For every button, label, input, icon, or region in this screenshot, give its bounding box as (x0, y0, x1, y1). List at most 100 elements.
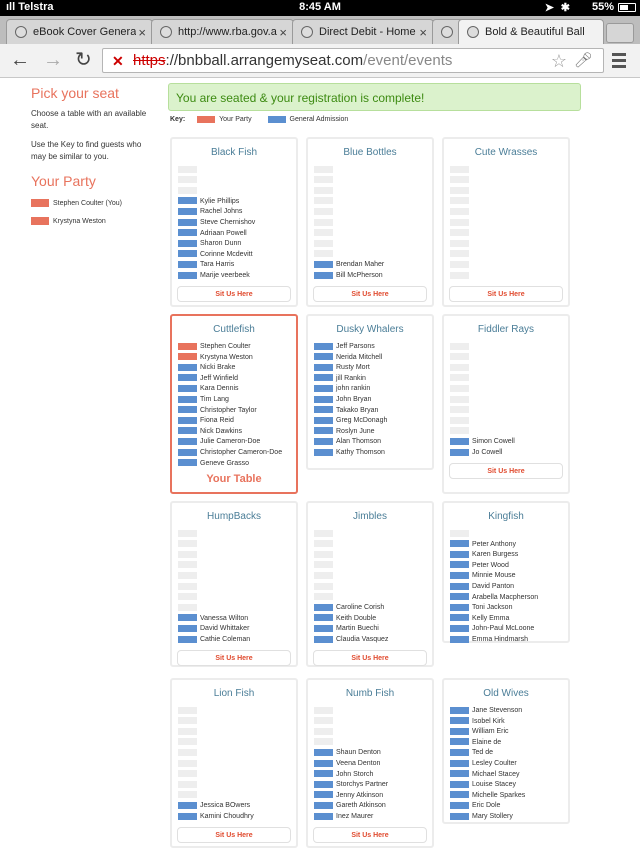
guest-name: Jenny Atkinson (336, 791, 384, 799)
guest-name: Cathie Coleman (200, 635, 251, 643)
seat-row: Greg McDonagh (314, 416, 432, 427)
address-bar[interactable]: ✕ https://bnbball.arrangemyseat.com/even… (102, 48, 604, 73)
seat-swatch (314, 448, 333, 456)
seat-swatch (314, 438, 333, 445)
sit-us-here-button[interactable]: Sit Us Here (449, 462, 563, 479)
sit-us-here-button[interactable]: Sit Us Here (313, 826, 427, 843)
success-banner: You are seated & your registration is co… (168, 83, 581, 111)
tab-strip: eBook Cover Genera × http://www.rba.gov.… (0, 16, 640, 44)
sit-us-here-button[interactable]: Sit Us Here (313, 649, 427, 666)
seat-row: Kara Dennis (178, 384, 296, 395)
browser-tab[interactable]: eBook Cover Genera × (6, 19, 153, 44)
guest-name: Louise Stacey (472, 781, 516, 789)
browser-tab[interactable]: Direct Debit - Home × (292, 19, 434, 44)
seat-swatch (450, 250, 469, 258)
menu-icon[interactable] (612, 53, 626, 71)
guest-name: Kara Dennis (200, 385, 239, 393)
empty-seat (178, 770, 296, 781)
seat-row: Elaine de (450, 738, 568, 749)
seat-swatch (178, 165, 197, 173)
sit-us-here-button[interactable]: Sit Us Here (177, 285, 291, 302)
seat-swatch (450, 572, 469, 580)
guest-name: Kelly Emma (472, 614, 510, 622)
browser-tab-active[interactable]: Bold & Beautiful Ball (458, 19, 604, 44)
guest-name: Brendan Maher (336, 261, 385, 269)
seat-swatch (178, 342, 197, 350)
table-name: Lion Fish (213, 688, 255, 699)
guest-name: Simon Cowell (472, 438, 515, 446)
sit-us-here-button[interactable]: Sit Us Here (177, 826, 291, 843)
table-name: Old Wives (483, 688, 529, 699)
guest-name: Shaun Denton (336, 749, 381, 757)
table-name: Blue Bottles (343, 147, 397, 158)
tab-title: http://www.rba.gov.a (178, 26, 277, 38)
url-host: bnbball.arrangemyseat.com (178, 52, 364, 69)
empty-seat (178, 593, 296, 604)
guest-name: Kathy Thomson (336, 448, 385, 456)
table-card: Kingfish Peter Anthony Karen Burgess Peter … (442, 501, 570, 643)
table-card: Lion Fish Jessica BOwers Kamini Choudhry Si… (170, 678, 298, 848)
party-member-name: Stephen Coulter (You) (53, 199, 123, 207)
seat-row: Rusty Mort (314, 363, 432, 374)
back-arrow-icon[interactable]: ← (10, 50, 30, 70)
seat-swatch (178, 374, 197, 382)
seat-row: Marije veerbeek (178, 271, 296, 282)
browser-tab[interactable]: http://www.rba.gov.a × (151, 19, 294, 44)
status-bar: ıll Telstra 8:45 AM ➤ ✱ 55% (0, 0, 640, 16)
table-name: Fiddler Rays (477, 324, 535, 335)
reload-icon[interactable]: ↻ (75, 50, 92, 70)
empty-seat (178, 540, 296, 551)
bookmark-star-icon[interactable]: ☆ (551, 51, 567, 72)
seat-row: Jane Stevenson (450, 706, 568, 717)
seat-swatch (314, 197, 333, 205)
seat-swatch (450, 229, 469, 237)
seat-swatch (450, 427, 469, 435)
key-general-admission: General Admission (289, 116, 349, 123)
seat-swatch (314, 529, 333, 537)
seat-swatch (450, 353, 469, 361)
empty-seat (450, 176, 568, 187)
table-card: Dusky Whalers Jeff Parsons Nerida Mitchell… (306, 314, 434, 470)
sit-us-here-button[interactable]: Sit Us Here (313, 285, 427, 302)
empty-seat (450, 427, 568, 438)
seat-swatch (178, 635, 197, 643)
seat-row: Steve Chernishov (178, 218, 296, 229)
tab-title: Bold & Beautiful Ball (485, 26, 585, 38)
seat-row: Eric Dole (450, 801, 568, 812)
guest-name: Peter Anthony (472, 540, 516, 548)
close-icon[interactable]: × (279, 25, 287, 40)
seat-row: jill Rankin (314, 374, 432, 385)
seat-row: John Storch (314, 770, 432, 781)
seat-swatch (450, 208, 469, 216)
seat-list: Brendan Maher Bill McPherson (314, 165, 432, 282)
close-icon[interactable]: × (138, 25, 146, 40)
guest-name: Mary Stollery (472, 812, 513, 820)
seat-row: Peter Anthony (450, 540, 568, 551)
guest-name: Arabella Macpherson (472, 593, 539, 601)
seat-row: Jo Cowell (450, 448, 568, 459)
new-tab-button[interactable] (606, 23, 634, 43)
legend-key: Key: Your Party General Admission (170, 115, 348, 125)
table-card: Fiddler Rays Simon Cowell Jo Cowell Sit Us … (442, 314, 570, 494)
sit-us-here-button[interactable]: Sit Us Here (449, 285, 563, 302)
seat-swatch (450, 614, 469, 622)
guest-name: Jane Stevenson (472, 707, 523, 714)
close-icon[interactable]: × (419, 25, 427, 40)
empty-seat (178, 738, 296, 749)
seat-swatch (450, 770, 469, 778)
microphone-icon[interactable]: 🎤︎ (574, 51, 593, 69)
seat-swatch (178, 353, 197, 361)
seat-swatch (314, 208, 333, 216)
seat-swatch (314, 271, 333, 279)
empty-seat (314, 593, 432, 604)
forward-arrow-icon[interactable]: → (43, 50, 63, 70)
seat-swatch (314, 363, 333, 371)
guest-name: Tim Lang (200, 395, 229, 403)
empty-seat (314, 582, 432, 593)
sit-us-here-button[interactable]: Sit Us Here (177, 649, 291, 666)
seat-swatch (178, 406, 197, 414)
empty-seat (450, 416, 568, 427)
seat-list: Kylie Phillips Rachel Johns Steve Chernish… (178, 165, 296, 282)
seat-swatch (314, 717, 333, 725)
bluetooth-icon: ✱ (560, 2, 570, 14)
